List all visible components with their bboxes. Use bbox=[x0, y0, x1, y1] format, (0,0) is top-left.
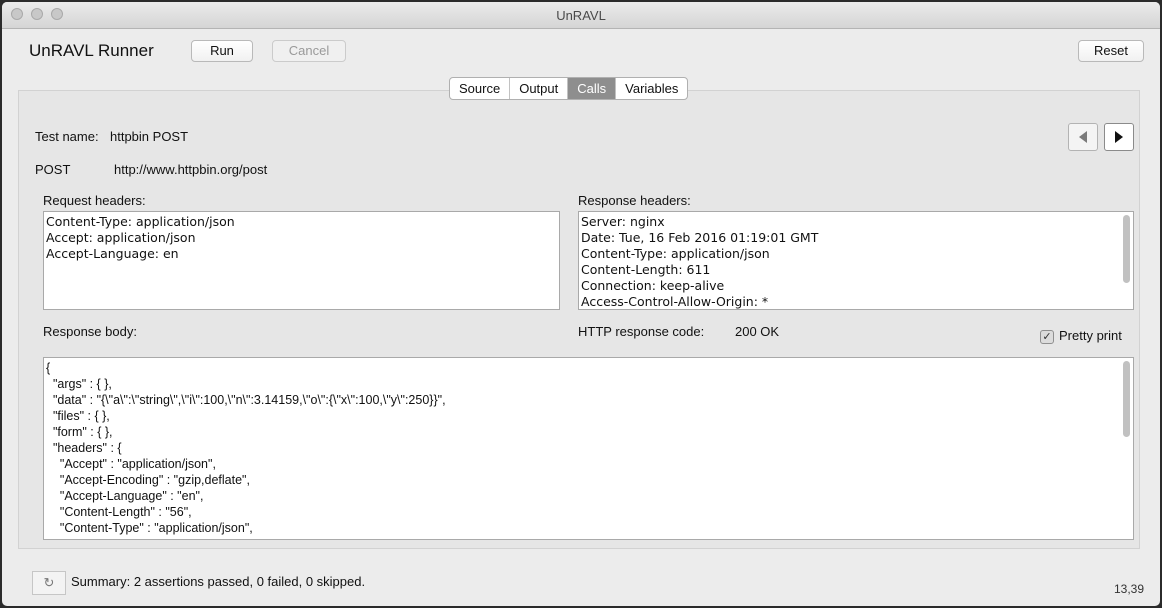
window-title: UnRAVL bbox=[556, 8, 606, 23]
title-bar: UnRAVL bbox=[2, 2, 1160, 29]
response-headers-label: Response headers: bbox=[578, 193, 691, 208]
http-response-code-label: HTTP response code: bbox=[578, 324, 705, 339]
summary-text: Summary: 2 assertions passed, 0 failed, … bbox=[71, 574, 366, 589]
test-name-value: httpbin POST bbox=[110, 129, 189, 144]
response-body-line: "Accept" : "application/json", bbox=[46, 457, 216, 471]
response-body-line: "Content-Type" : "application/json", bbox=[46, 521, 253, 535]
http-method: POST bbox=[35, 162, 71, 177]
response-body-line: "headers" : { bbox=[46, 441, 122, 455]
response-header-line: Connection: keep-alive bbox=[581, 278, 725, 293]
response-header-line: Content-Length: 611 bbox=[581, 262, 711, 277]
response-body-scrollbar[interactable] bbox=[1123, 361, 1130, 437]
response-body-line: { bbox=[46, 361, 51, 375]
response-header-line: Content-Type: application/json bbox=[581, 246, 770, 261]
request-header-line: Accept: application/json bbox=[46, 230, 196, 245]
request-header-line: Content-Type: application/json bbox=[46, 214, 235, 229]
response-body-textarea[interactable]: { "args" : { }, "data" : "{\"a\":\"strin… bbox=[43, 357, 1134, 540]
pretty-print-label: Pretty print bbox=[1059, 328, 1122, 343]
response-header-line: Server: nginx bbox=[581, 214, 665, 229]
response-body-label: Response body: bbox=[43, 324, 137, 339]
response-headers-textarea[interactable]: Server: nginx Date: Tue, 16 Feb 2016 01:… bbox=[578, 211, 1134, 310]
triangle-right-icon bbox=[1115, 131, 1123, 143]
response-body-line: "files" : { }, bbox=[46, 409, 110, 423]
test-name-label: Test name: bbox=[35, 129, 99, 144]
response-body-line: "Accept-Language" : "en", bbox=[46, 489, 204, 503]
request-headers-textarea[interactable]: Content-Type: application/json Accept: a… bbox=[43, 211, 560, 310]
triangle-left-icon bbox=[1079, 131, 1087, 143]
cursor-position: 13,39 bbox=[1114, 582, 1145, 596]
tab-bar: Source Output Calls Variables bbox=[449, 77, 689, 100]
refresh-icon[interactable]: ↻ bbox=[32, 571, 66, 595]
response-body-line: "data" : "{\"a\":\"string\",\"i\":100,\"… bbox=[46, 393, 446, 407]
pretty-print-checkbox[interactable]: ✓ bbox=[1040, 330, 1054, 344]
previous-call-button[interactable] bbox=[1068, 123, 1098, 151]
reset-button[interactable]: Reset bbox=[1078, 40, 1144, 62]
app-window: UnRAVL UnRAVL Runner Run Cancel Reset So… bbox=[2, 2, 1160, 606]
tab-output[interactable]: Output bbox=[510, 78, 569, 99]
response-body-line: "Content-Length" : "56", bbox=[46, 505, 192, 519]
request-headers-label: Request headers: bbox=[43, 193, 146, 208]
tab-source[interactable]: Source bbox=[450, 78, 511, 99]
response-body-line: "Accept-Encoding" : "gzip,deflate", bbox=[46, 473, 250, 487]
http-response-code-value: 200 OK bbox=[735, 324, 780, 339]
next-call-button[interactable] bbox=[1104, 123, 1134, 151]
response-body-line: "args" : { }, bbox=[46, 377, 112, 391]
tab-variables[interactable]: Variables bbox=[616, 78, 687, 99]
response-body-line: "form" : { }, bbox=[46, 425, 113, 439]
app-title: UnRAVL Runner bbox=[29, 41, 154, 60]
response-headers-scrollbar[interactable] bbox=[1123, 215, 1130, 283]
response-header-line: Access-Control-Allow-Origin: * bbox=[581, 294, 769, 309]
cancel-button[interactable]: Cancel bbox=[272, 40, 346, 62]
run-button[interactable]: Run bbox=[191, 40, 253, 62]
tab-calls[interactable]: Calls bbox=[568, 78, 617, 99]
request-header-line: Accept-Language: en bbox=[46, 246, 179, 261]
request-url: http://www.httpbin.org/post bbox=[114, 162, 268, 177]
response-header-line: Date: Tue, 16 Feb 2016 01:19:01 GMT bbox=[581, 230, 819, 245]
